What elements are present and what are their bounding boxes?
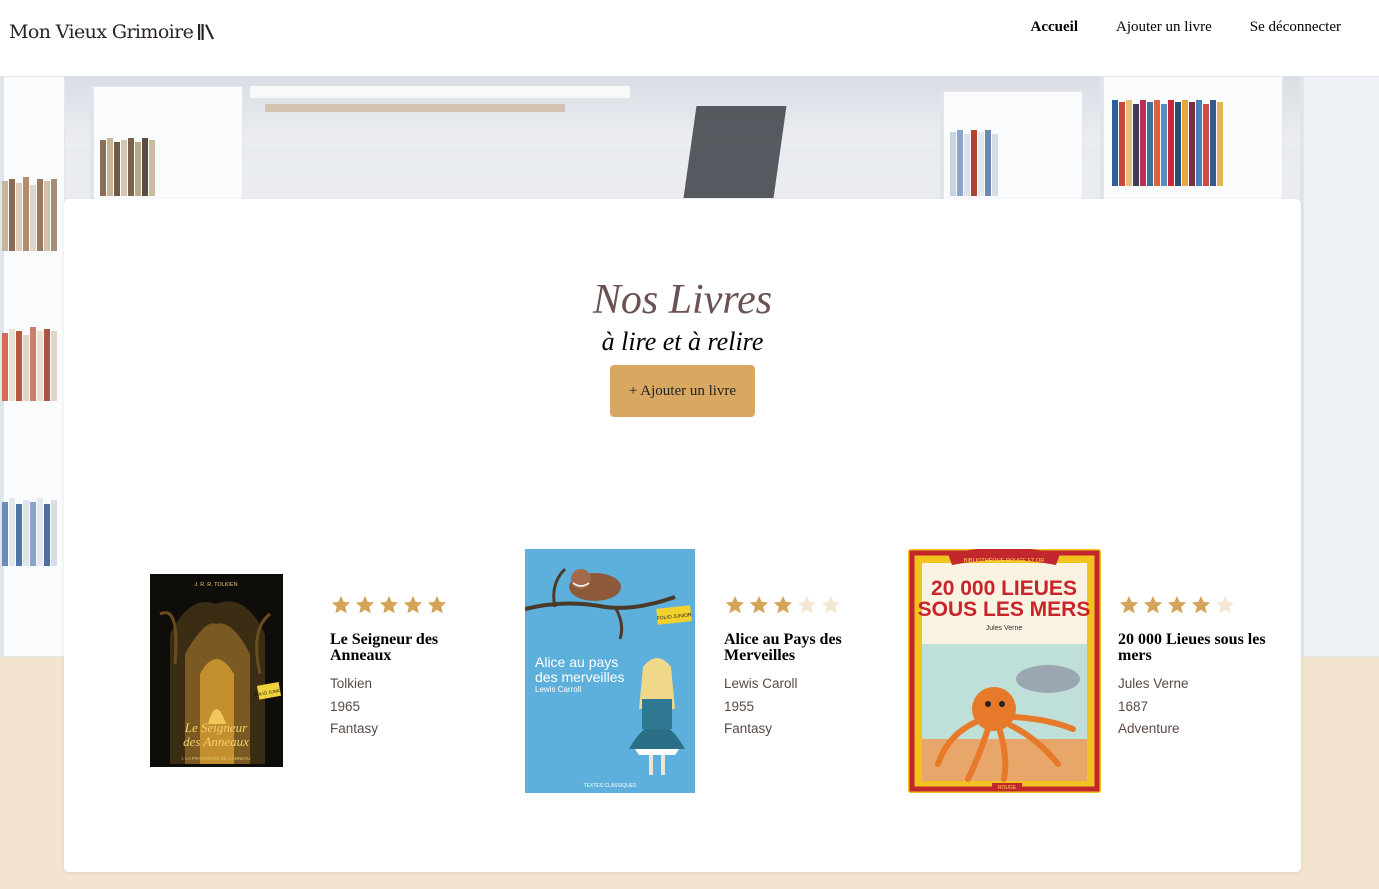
star-filled-icon (725, 595, 745, 614)
book-genre: Fantasy (724, 721, 773, 736)
alice-cover-title-2: des merveilles (535, 669, 624, 685)
star-filled-icon (749, 595, 769, 614)
books-right (1112, 96, 1224, 186)
star-filled-icon (1191, 595, 1211, 614)
star-filled-icon (331, 595, 351, 614)
star-empty-icon (821, 595, 841, 614)
rating-stars (330, 594, 480, 618)
star-filled-icon (427, 595, 447, 614)
book-meta: Jules Verne 1687 Adventure (1118, 673, 1268, 741)
20000-cover-footer: ROUGE (998, 785, 1017, 791)
book-genre: Fantasy (330, 721, 379, 736)
book-title[interactable]: Le Seigneur des Anneaux (330, 632, 480, 664)
brand-logo[interactable]: Mon Vieux Grimoire (9, 21, 215, 43)
book-cover-alice[interactable]: FOLIO JUNIOR Alice au pays des merveille… (525, 549, 695, 793)
alice-cover-title-1: Alice au pays (535, 654, 618, 670)
book-title[interactable]: Alice au Pays des Merveilles (724, 632, 874, 664)
ceiling-beam (265, 104, 565, 112)
book-cover-lotr[interactable]: FOLIO JUNIOR J. R. R. TOLKIEN Le Seigneu… (150, 574, 283, 767)
book-author: Tolkien (330, 676, 373, 691)
20000-cover-art: BIBLIOTHÈQUE ROUGE ET OR 20 000 LIEUES S… (908, 549, 1101, 793)
books-left-1 (2, 176, 58, 251)
alice-cover-art: FOLIO JUNIOR Alice au pays des merveille… (525, 549, 695, 793)
lotr-cover-title-1: Le Seigneur (184, 720, 248, 735)
20000-cover-series: BIBLIOTHÈQUE ROUGE ET OR (964, 557, 1045, 564)
star-empty-icon (1215, 595, 1235, 614)
lotr-cover-art: FOLIO JUNIOR J. R. R. TOLKIEN Le Seigneu… (150, 574, 283, 767)
star-filled-icon (1143, 595, 1163, 614)
books-card: Nos Livres à lire et à relire + Ajouter … (64, 199, 1301, 872)
books-left-3 (2, 496, 58, 566)
books-right-2 (950, 126, 999, 196)
main-nav: Accueil Ajouter un livre Se déconnecter (1031, 19, 1379, 36)
rating-stars (1118, 594, 1268, 618)
book-author: Jules Verne (1118, 676, 1189, 691)
book-year: 1965 (330, 698, 361, 714)
brand-name: Mon Vieux Grimoire (9, 21, 194, 43)
book-genre: Adventure (1118, 721, 1180, 736)
star-filled-icon (403, 595, 423, 614)
books-left-top (100, 136, 156, 196)
lotr-cover-author: J. R. R. TOLKIEN (194, 582, 237, 588)
20000-cover-title-2: SOUS LES MERS (918, 598, 1091, 621)
star-filled-icon (773, 595, 793, 614)
book-year: 1687 (1118, 698, 1149, 714)
page-title: Nos Livres (592, 277, 773, 323)
book-info-lotr: Le Seigneur des Anneaux Tolkien 1965 Fan… (330, 594, 480, 741)
star-filled-icon (355, 595, 375, 614)
star-filled-icon (1119, 595, 1139, 614)
nav-logout[interactable]: Se déconnecter (1250, 19, 1341, 36)
alice-cover-author: Lewis Carroll (535, 685, 581, 694)
rating-stars (724, 594, 874, 618)
book-author: Lewis Caroll (724, 676, 798, 691)
star-filled-icon (379, 595, 399, 614)
book-cover-20000[interactable]: BIBLIOTHÈQUE ROUGE ET OR 20 000 LIEUES S… (908, 549, 1101, 793)
add-book-button[interactable]: + Ajouter un livre (610, 365, 755, 417)
book-meta: Lewis Caroll 1955 Fantasy (724, 673, 874, 741)
book-info-alice: Alice au Pays des Merveilles Lewis Carol… (724, 594, 874, 741)
star-filled-icon (1167, 595, 1187, 614)
top-header: Mon Vieux Grimoire Accueil Ajouter un li… (0, 0, 1379, 76)
ceiling-light (250, 86, 630, 98)
nav-add-book[interactable]: Ajouter un livre (1116, 19, 1212, 36)
20000-cover-title-1: 20 000 LIEUES (931, 577, 1077, 600)
shelf-far-right (1300, 76, 1379, 657)
star-empty-icon (797, 595, 817, 614)
alice-cover-footer: TEXTES CLASSIQUES (584, 783, 637, 789)
book-year: 1955 (724, 698, 755, 714)
lotr-cover-title-2: des Anneaux (183, 734, 249, 749)
20000-cover-author: Jules Verne (986, 625, 1023, 632)
books-logo-icon (198, 24, 215, 40)
page-subtitle: à lire et à relire (601, 327, 764, 356)
lotr-cover-subtitle: I. LA FRATERNITÉ DE L'ANNEAU (181, 755, 250, 761)
books-left-2 (2, 326, 58, 401)
book-info-20000: 20 000 Lieues sous les mers Jules Verne … (1118, 594, 1268, 741)
nav-home[interactable]: Accueil (1031, 19, 1078, 36)
book-title[interactable]: 20 000 Lieues sous les mers (1118, 632, 1268, 664)
book-meta: Tolkien 1965 Fantasy (330, 673, 480, 741)
fixture (683, 106, 787, 198)
